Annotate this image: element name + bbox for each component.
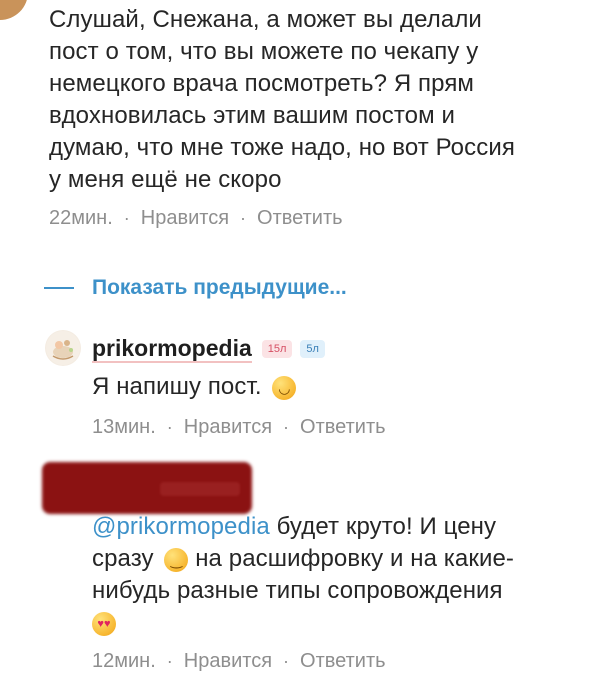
comments-thread: Слушай, Снежана, а может вы делали пост …: [0, 0, 600, 686]
separator-dot: ·: [166, 650, 173, 671]
show-previous-replies-button[interactable]: Показать предыдущие...: [44, 276, 347, 300]
comment-text: @prikormopedia будет круто! И цену сразу…: [92, 511, 592, 639]
comment-text: Я напишу пост. ◡: [92, 371, 592, 403]
comment-time: 13мин.: [92, 415, 156, 438]
username-link[interactable]: prikormopedia: [92, 335, 252, 363]
separator-dot: ·: [283, 650, 290, 671]
comment-text-part: на расшифровку и на какие-: [188, 545, 515, 572]
comment-meta: 13мин. · Нравится · Ответить: [92, 413, 592, 441]
comment-line: сразу ‿ на расшифровку и на какие-: [92, 543, 592, 575]
comment-meta: 22мин. · Нравится · Ответить: [49, 204, 343, 232]
heart-eyes-emoji-icon: ♥♥: [92, 611, 116, 636]
prikormopedia-logo-icon: [46, 331, 80, 365]
comment-line: нибудь разные типы сопровождения: [92, 577, 503, 604]
reply-text: Я напишу пост.: [92, 373, 262, 400]
comment-line: вдохновилась этим вашим постом и: [49, 102, 455, 129]
comment-line: ♥♥: [92, 607, 592, 639]
username-row: prikormopedia 15л 5л: [92, 333, 592, 365]
show-previous-label: Показать предыдущие...: [92, 276, 347, 299]
like-button[interactable]: Нравится: [184, 650, 272, 673]
separator-dot: ·: [123, 207, 130, 228]
comment-line: думаю, что мне тоже надо, но вот Россия: [49, 134, 515, 161]
comment-line: @prikormopedia будет круто! И цену: [92, 511, 592, 543]
reply-comment: @prikormopedia будет круто! И цену сразу…: [92, 511, 592, 672]
comment-text-part: сразу: [92, 545, 161, 572]
comment-line: немецкого врача посмотреть? Я прям: [49, 70, 475, 97]
comment-line: пост о том, что вы можете по чекапу у: [49, 38, 479, 65]
like-button[interactable]: Нравится: [184, 416, 272, 439]
reply-button[interactable]: Ответить: [300, 416, 386, 439]
badge-age-child1: 15л: [261, 340, 293, 358]
comment-time: 22мин.: [49, 206, 113, 229]
comment: Слушай, Снежана, а может вы делали пост …: [49, 4, 589, 229]
avatar[interactable]: [0, 0, 28, 20]
badge-age-child2: 5л: [300, 340, 325, 358]
comment-line: у меня ещё не скоро: [49, 166, 282, 193]
mention-link[interactable]: @prikormopedia: [92, 513, 270, 540]
smirking-face-emoji-icon: ‿: [164, 547, 189, 572]
avatar[interactable]: [45, 330, 81, 366]
like-button[interactable]: Нравится: [141, 207, 229, 230]
comment-text-part: будет круто! И цену: [269, 513, 497, 540]
separator-dot: ·: [283, 416, 290, 437]
comment-time: 12мин.: [92, 649, 156, 672]
reply-button[interactable]: Ответить: [300, 650, 386, 673]
reply-button[interactable]: Ответить: [257, 207, 343, 230]
reply-comment: prikormopedia 15л 5л Я напишу пост. ◡ 13…: [92, 333, 592, 441]
separator-dot: ·: [166, 416, 173, 437]
comment-meta: 12мин. · Нравится · Ответить: [92, 647, 386, 675]
redacted-username-block: [160, 482, 240, 496]
comment-line: Слушай, Снежана, а может вы делали: [49, 6, 482, 33]
comment-text: Слушай, Снежана, а может вы делали пост …: [49, 4, 589, 196]
show-previous-line: [44, 287, 74, 289]
separator-dot: ·: [240, 207, 247, 228]
smiling-face-emoji-icon: ◡: [272, 375, 297, 400]
